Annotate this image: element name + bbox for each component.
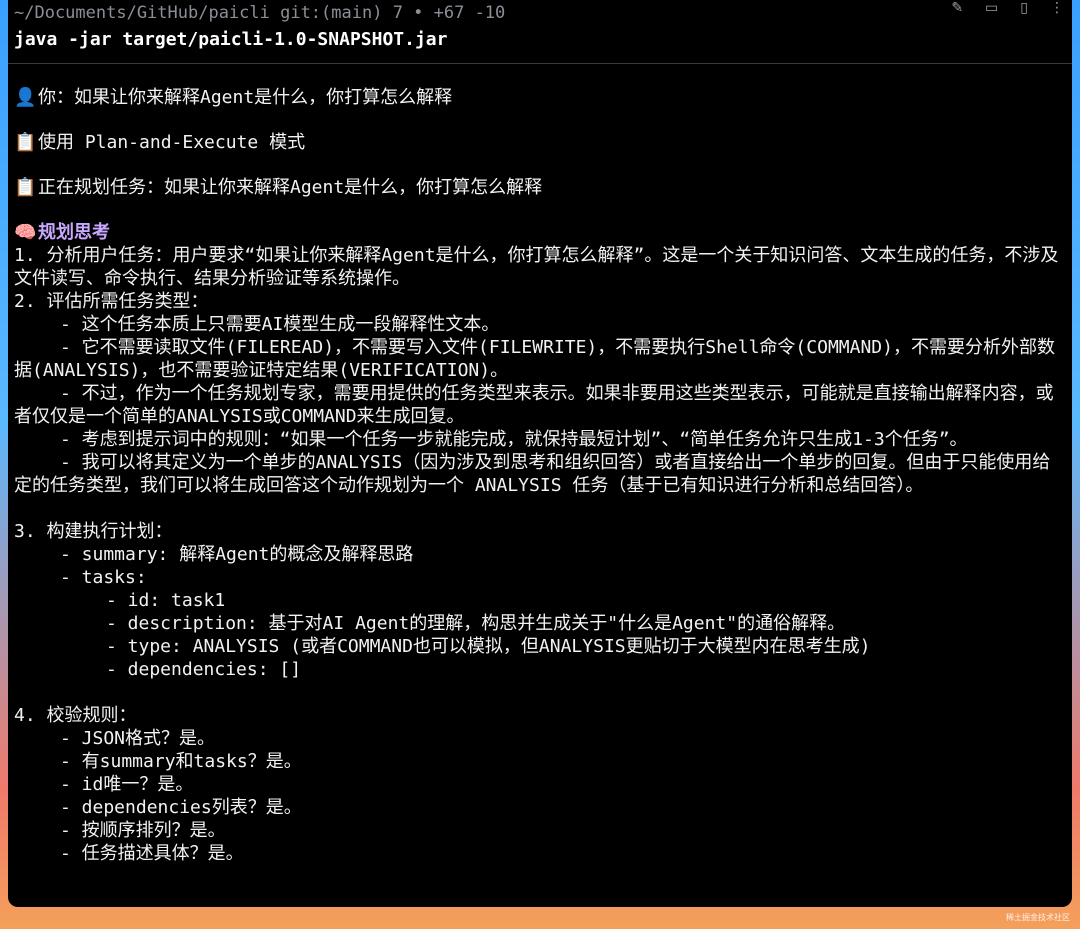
check-item: - dependencies列表？是。 — [60, 797, 302, 818]
separator — [8, 63, 1072, 64]
more-icon[interactable]: ⋮ — [1050, 0, 1064, 20]
check-item: - 任务描述具体？是。 — [60, 843, 244, 864]
step-1: 1. 分析用户任务：用户要求“如果让你来解释Agent是什么，你打算怎么解释”。… — [14, 245, 1059, 289]
clipboard-icon: 📋 — [14, 132, 37, 153]
task-field: - description: 基于对AI Agent的理解，构思并生成关于"什么… — [106, 613, 846, 634]
battery-icon[interactable]: ▯ — [1020, 0, 1028, 20]
task-field: - type: ANALYSIS (或者COMMAND也可以模拟，但ANALYS… — [106, 636, 871, 657]
step-2-item: - 不过，作为一个任务规划专家，需要用提供的任务类型来表示。如果非要用这些类型表… — [14, 383, 1054, 427]
watermark: 稀土掘金技术社区 — [1006, 913, 1070, 922]
terminal-window: ~/Documents/GitHub/paicli git:(main) 7 •… — [8, 0, 1072, 907]
pen-icon[interactable]: ✎ — [951, 0, 963, 20]
step-2-title: 2. 评估所需任务类型： — [14, 291, 209, 312]
check-item: - JSON格式？是。 — [60, 728, 216, 749]
step-2-item: - 它不需要读取文件(FILEREAD)，不需要写入文件(FILEWRITE)，… — [14, 337, 1055, 381]
mode-message: 📋使用 Plan-and-Execute 模式 — [14, 132, 306, 153]
terminal-toolbar: ✎ ▭ ▯ ⋮ — [951, 0, 1064, 20]
folder-icon[interactable]: ▭ — [985, 0, 998, 20]
check-item: - id唯一？是。 — [60, 774, 194, 795]
user-icon: 👤 — [14, 87, 37, 108]
step-4-title: 4. 校验规则： — [14, 705, 137, 726]
step-3-tasks: - tasks: — [60, 567, 147, 588]
step-2-item: - 我可以将其定义为一个单步的ANALYSIS（因为涉及到思考和组织回答）或者直… — [14, 452, 1051, 496]
brain-icon: 🧠 — [14, 222, 37, 243]
step-2-item: - 考虑到提示词中的规则：“如果一个任务一步就能完成，就保持最短计划”、“简单任… — [60, 429, 968, 450]
user-message: 👤你：如果让你来解释Agent是什么，你打算怎么解释 — [14, 87, 453, 108]
check-item: - 按顺序排列？是。 — [60, 820, 226, 841]
check-item: - 有summary和tasks？是。 — [60, 751, 302, 772]
task-field: - id: task1 — [106, 590, 226, 611]
planning-message: 📋正在规划任务：如果让你来解释Agent是什么，你打算怎么解释 — [14, 177, 543, 198]
step-3-summary: - summary: 解释Agent的概念及解释思路 — [60, 544, 414, 565]
command-line: java -jar target/paicli-1.0-SNAPSHOT.jar — [14, 29, 448, 50]
shell-prompt: ~/Documents/GitHub/paicli git:(main) 7 •… — [14, 3, 506, 23]
step-3-title: 3. 构建执行计划： — [14, 521, 173, 542]
think-heading: 🧠规划思考 — [14, 222, 110, 243]
terminal-output: 👤你：如果让你来解释Agent是什么，你打算怎么解释 📋使用 Plan-and-… — [14, 86, 1064, 865]
clipboard-icon: 📋 — [14, 177, 37, 198]
task-field: - dependencies: [] — [106, 659, 302, 680]
step-2-item: - 这个任务本质上只需要AI模型生成一段解释性文本。 — [60, 314, 500, 335]
